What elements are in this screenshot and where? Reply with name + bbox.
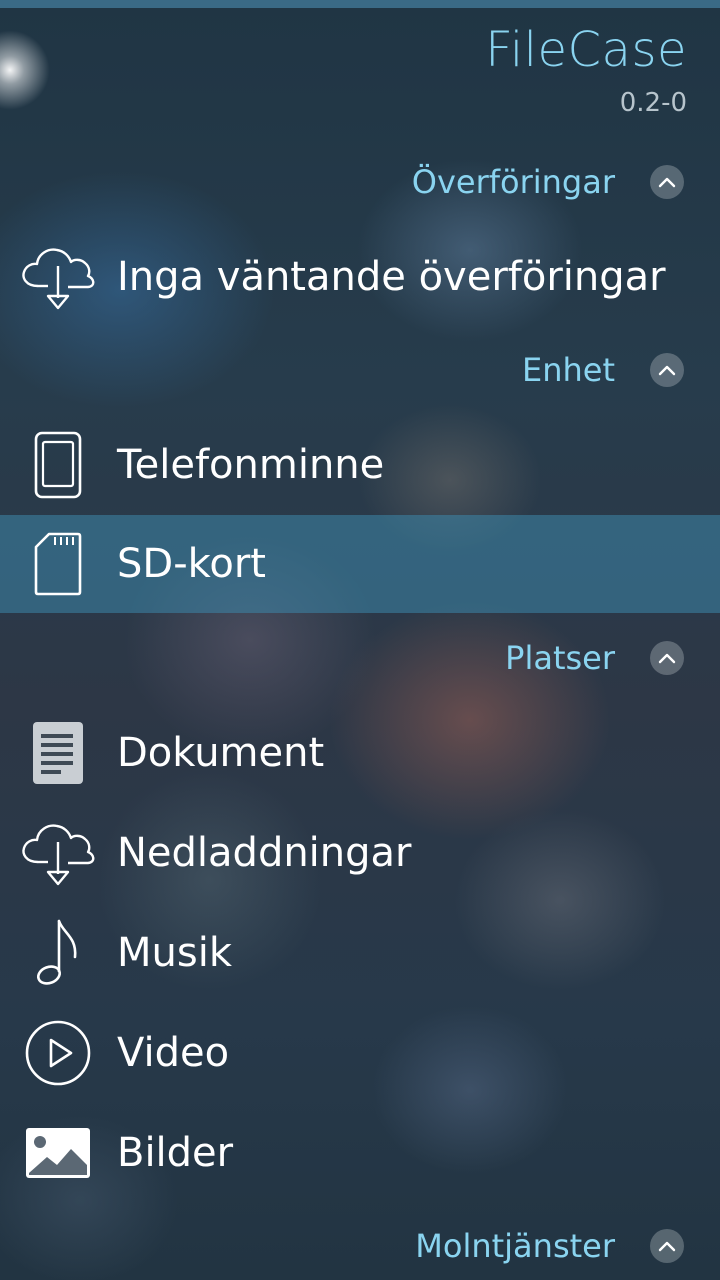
image-icon <box>18 1113 98 1193</box>
chevron-up-icon[interactable] <box>650 1229 684 1263</box>
list-item-label: Bilder <box>117 1130 234 1176</box>
status-strip <box>0 0 720 8</box>
cloud-download-icon <box>18 813 98 893</box>
document-icon <box>18 713 98 793</box>
section-header-device[interactable]: Enhet <box>0 340 720 400</box>
sd-card-icon <box>18 524 98 604</box>
phone-icon <box>18 425 98 505</box>
section-header-transfers[interactable]: Överföringar <box>0 152 720 212</box>
list-item-phone-memory[interactable]: Telefonminne <box>0 416 720 514</box>
list-item-label: Video <box>117 1030 230 1076</box>
chevron-up-icon[interactable] <box>650 165 684 199</box>
section-label: Överföringar <box>411 163 615 201</box>
list-item-no-transfers: Inga väntande överföringar <box>0 228 720 326</box>
list-item-label: SD-kort <box>117 541 266 587</box>
chevron-up-icon[interactable] <box>650 641 684 675</box>
list-item-label: Nedladdningar <box>117 830 412 876</box>
list-item-label: Telefonminne <box>117 442 385 488</box>
section-label: Platser <box>505 639 615 677</box>
cloud-download-icon <box>18 237 98 317</box>
list-item-downloads[interactable]: Nedladdningar <box>0 804 720 902</box>
list-item-label: Dokument <box>117 730 325 776</box>
list-item-video[interactable]: Video <box>0 1004 720 1102</box>
list-item-label: Musik <box>117 930 232 976</box>
app-version: 0.2-0 <box>619 88 687 118</box>
music-note-icon <box>18 913 98 993</box>
play-circle-icon <box>18 1013 98 1093</box>
list-item-pictures[interactable]: Bilder <box>0 1104 720 1202</box>
section-label: Molntjänster <box>415 1227 615 1265</box>
list-item-music[interactable]: Musik <box>0 904 720 1002</box>
list-item-label: Inga väntande överföringar <box>117 254 666 300</box>
section-header-places[interactable]: Platser <box>0 628 720 688</box>
section-label: Enhet <box>521 351 615 389</box>
section-header-cloud[interactable]: Molntjänster <box>0 1216 720 1276</box>
app-title: FileCase <box>485 22 687 78</box>
chevron-up-icon[interactable] <box>650 353 684 387</box>
list-item-sd-card[interactable]: SD-kort <box>0 515 720 613</box>
list-item-documents[interactable]: Dokument <box>0 704 720 802</box>
